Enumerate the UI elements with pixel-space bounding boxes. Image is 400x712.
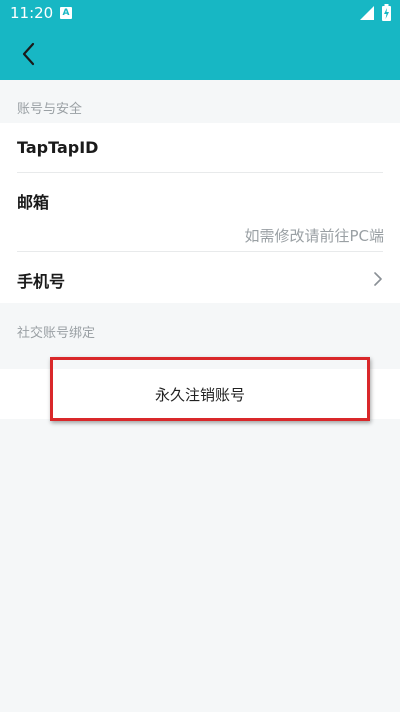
chevron-left-icon xyxy=(22,42,35,66)
account-settings-list: TapTapID 邮箱 如需修改请前往PC端 手机号 xyxy=(0,123,400,303)
chevron-right-icon[interactable] xyxy=(372,271,384,287)
status-bar: 11:20 A xyxy=(0,0,400,26)
divider xyxy=(17,172,383,173)
signal-icon xyxy=(360,6,374,20)
email-row-label[interactable]: 邮箱 xyxy=(17,189,49,213)
phone-row-label[interactable]: 手机号 xyxy=(17,268,65,292)
notification-icon: A xyxy=(60,7,72,19)
app-bar: 11:20 A xyxy=(0,0,400,80)
divider xyxy=(17,251,383,252)
battery-charging-icon xyxy=(382,4,391,21)
delete-account-label: 永久注销账号 xyxy=(154,386,245,404)
section-label-account-security: 账号与安全 xyxy=(17,102,83,117)
back-button[interactable] xyxy=(16,40,44,68)
taptap-id-row[interactable]: TapTapID xyxy=(17,138,98,157)
email-hint: 如需修改请前往PC端 xyxy=(244,227,384,245)
status-time: 11:20 xyxy=(10,4,54,22)
delete-account-button[interactable]: 永久注销账号 xyxy=(0,369,400,419)
section-label-social-binding: 社交账号绑定 xyxy=(17,326,96,341)
